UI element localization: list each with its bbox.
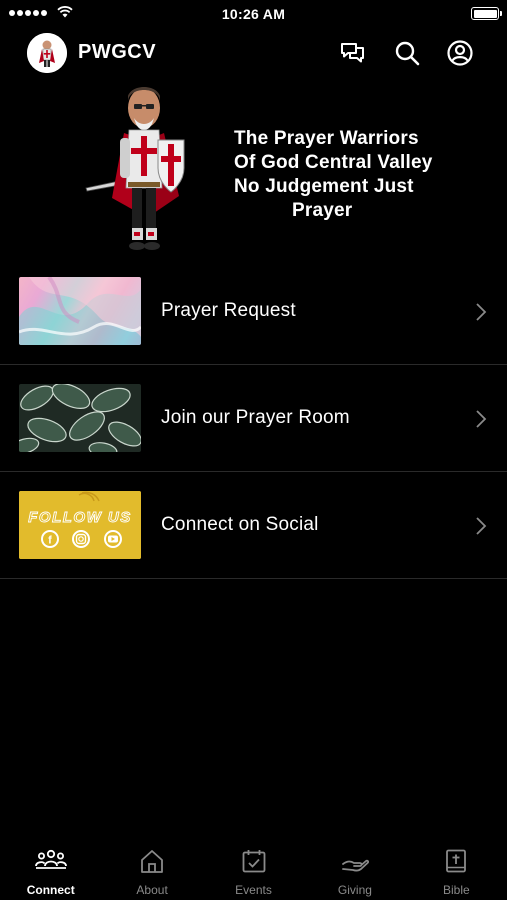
profile-icon[interactable] bbox=[446, 39, 474, 67]
tab-bible[interactable]: Bible bbox=[406, 840, 507, 900]
menu-list: Prayer Request Join our Prayer Room FOLL… bbox=[0, 258, 507, 579]
search-icon[interactable] bbox=[393, 39, 421, 67]
svg-text:f: f bbox=[48, 535, 52, 547]
people-icon bbox=[34, 849, 67, 869]
tab-events[interactable]: Events bbox=[203, 840, 304, 900]
banner-text: The Prayer Warriors Of God Central Valle… bbox=[234, 127, 474, 223]
app-title: PWGCV bbox=[78, 41, 157, 63]
pastel-marble-image bbox=[19, 277, 141, 345]
chat-bubbles-icon[interactable] bbox=[339, 39, 367, 67]
calendar-icon bbox=[242, 850, 265, 873]
list-item-label: Connect on Social bbox=[161, 514, 319, 535]
tab-bar: Connect About Events Giving Bible bbox=[0, 840, 507, 900]
chevron-right-icon bbox=[476, 410, 487, 428]
list-item-prayer-room[interactable]: Join our Prayer Room bbox=[0, 365, 507, 472]
green-leaves-image bbox=[19, 384, 141, 452]
tab-label: Giving bbox=[337, 883, 372, 897]
list-item-label: Join our Prayer Room bbox=[161, 407, 350, 428]
knight-avatar[interactable] bbox=[27, 33, 67, 73]
tab-label: Bible bbox=[442, 883, 470, 897]
follow-us-text: FOLLOW US bbox=[28, 509, 132, 526]
banner-line: Prayer bbox=[292, 200, 353, 221]
bible-icon bbox=[446, 849, 467, 873]
tab-label: Connect bbox=[26, 883, 75, 897]
battery-icon bbox=[471, 7, 502, 20]
banner-line: No Judgement Just bbox=[234, 176, 414, 197]
tab-about[interactable]: About bbox=[101, 840, 202, 900]
home-icon bbox=[141, 850, 164, 873]
tab-connect[interactable]: Connect bbox=[0, 840, 101, 900]
list-item-connect-social[interactable]: FOLLOW US f Connect on Social bbox=[0, 472, 507, 579]
banner: The Prayer Warriors Of God Central Valle… bbox=[0, 78, 507, 258]
chevron-right-icon bbox=[476, 303, 487, 321]
tab-label: About bbox=[136, 883, 168, 897]
status-time: 10:26 AM bbox=[221, 6, 286, 22]
tab-giving[interactable]: Giving bbox=[304, 840, 405, 900]
app-header: PWGCV bbox=[0, 28, 507, 78]
banner-line: The Prayer Warriors bbox=[234, 128, 419, 149]
status-bar: 10:26 AM bbox=[0, 0, 507, 26]
list-item-label: Prayer Request bbox=[161, 300, 296, 321]
list-item-prayer-request[interactable]: Prayer Request bbox=[0, 258, 507, 365]
giving-hand-icon bbox=[342, 859, 369, 872]
chevron-right-icon bbox=[476, 517, 487, 535]
follow-us-image: FOLLOW US f bbox=[19, 491, 141, 559]
banner-line: Of God Central Valley bbox=[234, 152, 433, 173]
knight-illustration bbox=[85, 87, 185, 250]
tab-label: Events bbox=[235, 883, 272, 897]
